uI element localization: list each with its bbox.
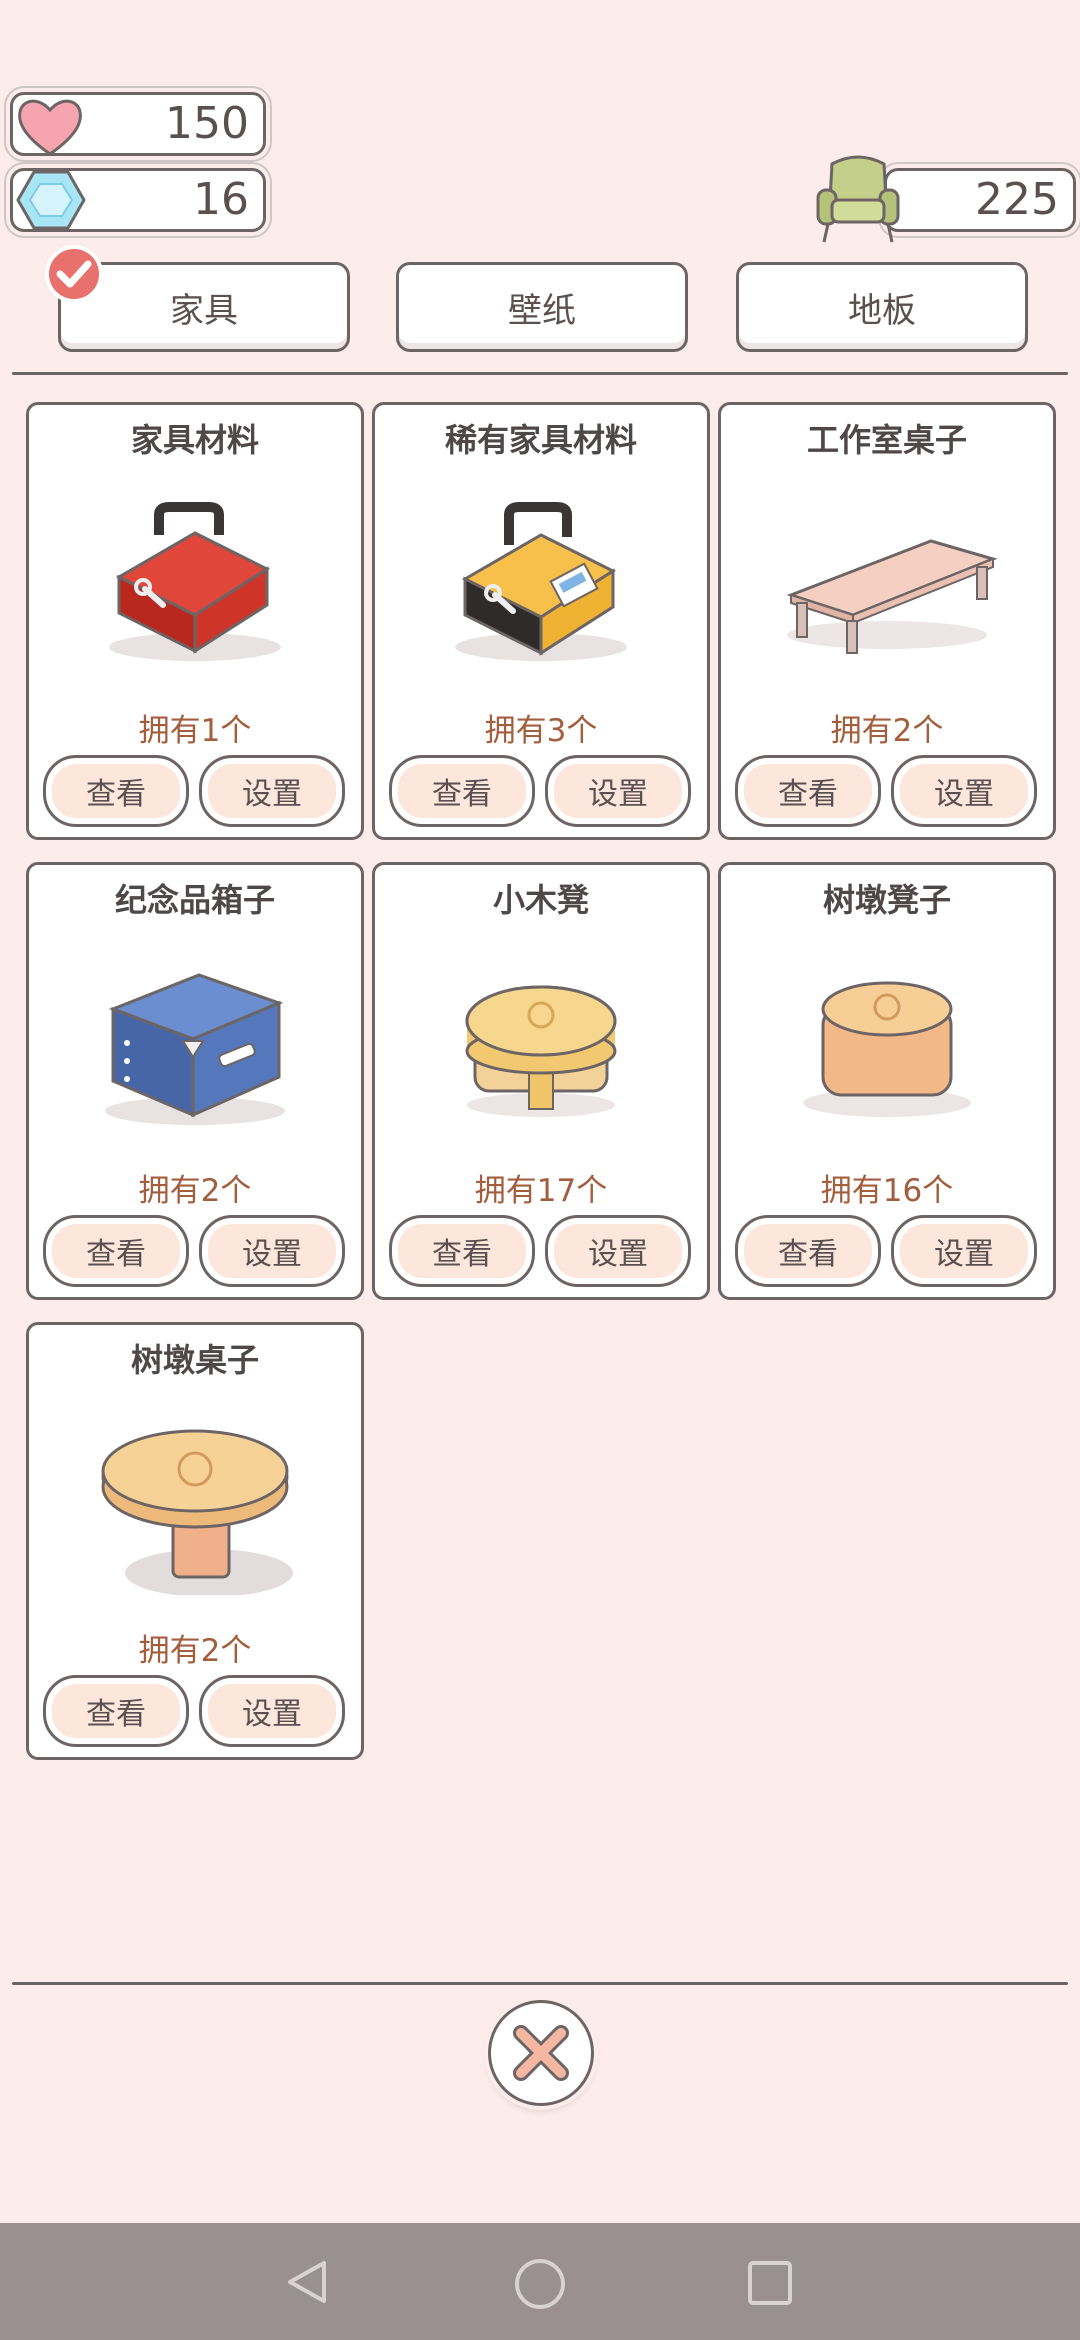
place-button[interactable]: 设置 bbox=[891, 755, 1037, 827]
view-button[interactable]: 查看 bbox=[389, 1215, 535, 1287]
view-button[interactable]: 查看 bbox=[735, 755, 881, 827]
selected-check-icon bbox=[45, 245, 103, 303]
view-button[interactable]: 查看 bbox=[43, 1215, 189, 1287]
gems-value: 16 bbox=[193, 174, 249, 225]
furniture-points-value: 225 bbox=[975, 174, 1059, 225]
item-owned-count: 拥有2个 bbox=[830, 713, 944, 749]
item-card-souvenir-chest: 纪念品箱子 拥有2个 查看 设置 bbox=[26, 862, 364, 1300]
tab-floor-label: 地板 bbox=[848, 290, 916, 331]
item-title: 小木凳 bbox=[492, 881, 589, 919]
item-card-stump-stool: 树墩凳子 拥有16个 查看 设置 bbox=[718, 862, 1056, 1300]
view-button[interactable]: 查看 bbox=[735, 1215, 881, 1287]
hearts-value: 150 bbox=[165, 98, 249, 149]
item-title: 树墩桌子 bbox=[130, 1341, 259, 1379]
red-toolbox-icon bbox=[109, 502, 281, 661]
view-button[interactable]: 查看 bbox=[389, 755, 535, 827]
blue-chest-icon bbox=[105, 973, 285, 1125]
back-icon[interactable] bbox=[282, 2257, 332, 2307]
low-table-icon bbox=[786, 539, 998, 654]
place-button[interactable]: 设置 bbox=[199, 1675, 345, 1747]
tab-wallpaper[interactable]: 壁纸 bbox=[396, 262, 688, 352]
close-icon bbox=[513, 2025, 569, 2081]
yellow-toolbox-icon bbox=[455, 502, 627, 661]
item-title: 家具材料 bbox=[130, 421, 259, 459]
item-title: 树墩凳子 bbox=[822, 881, 951, 919]
item-owned-count: 拥有1个 bbox=[138, 713, 252, 749]
wood-stool-icon bbox=[465, 985, 617, 1117]
view-button[interactable]: 查看 bbox=[43, 755, 189, 827]
tab-floor[interactable]: 地板 bbox=[736, 262, 1028, 352]
item-title: 工作室桌子 bbox=[806, 421, 967, 459]
item-owned-count: 拥有2个 bbox=[138, 1173, 252, 1209]
item-card-rare-furniture-material: 稀有家具材料 拥有3个 查看 设置 bbox=[372, 402, 710, 840]
close-button[interactable] bbox=[488, 2000, 594, 2106]
armchair-icon bbox=[816, 155, 900, 243]
home-icon[interactable] bbox=[513, 2257, 567, 2311]
stump-table-icon bbox=[101, 1429, 293, 1595]
item-owned-count: 拥有17个 bbox=[474, 1173, 608, 1209]
item-owned-count: 拥有3个 bbox=[484, 713, 598, 749]
recents-icon[interactable] bbox=[746, 2259, 794, 2307]
heart-icon bbox=[18, 99, 82, 156]
place-button[interactable]: 设置 bbox=[199, 1215, 345, 1287]
item-title: 纪念品箱子 bbox=[114, 881, 275, 919]
item-card-studio-table: 工作室桌子 拥有2个 查看 设置 bbox=[718, 402, 1056, 840]
item-card-small-wood-stool: 小木凳 拥有17个 查看 设置 bbox=[372, 862, 710, 1300]
place-button[interactable]: 设置 bbox=[199, 755, 345, 827]
furniture-points-counter: 225 bbox=[884, 168, 1076, 232]
item-card-furniture-material: 家具材料 拥有1个 查看 设置 bbox=[26, 402, 364, 840]
tab-wallpaper-label: 壁纸 bbox=[508, 290, 576, 331]
stump-stool-icon bbox=[803, 981, 971, 1117]
item-card-stump-table: 树墩桌子 拥有2个 查看 设置 bbox=[26, 1322, 364, 1760]
system-nav-bar bbox=[0, 2223, 1080, 2340]
gem-icon bbox=[16, 170, 86, 230]
item-title: 稀有家具材料 bbox=[444, 421, 637, 459]
tab-furniture-label: 家具 bbox=[170, 290, 238, 331]
place-button[interactable]: 设置 bbox=[891, 1215, 1037, 1287]
place-button[interactable]: 设置 bbox=[545, 755, 691, 827]
place-button[interactable]: 设置 bbox=[545, 1215, 691, 1287]
bottom-divider bbox=[12, 1982, 1068, 1985]
item-owned-count: 拥有2个 bbox=[138, 1633, 252, 1669]
item-owned-count: 拥有16个 bbox=[820, 1173, 954, 1209]
top-divider bbox=[12, 372, 1068, 375]
view-button[interactable]: 查看 bbox=[43, 1675, 189, 1747]
